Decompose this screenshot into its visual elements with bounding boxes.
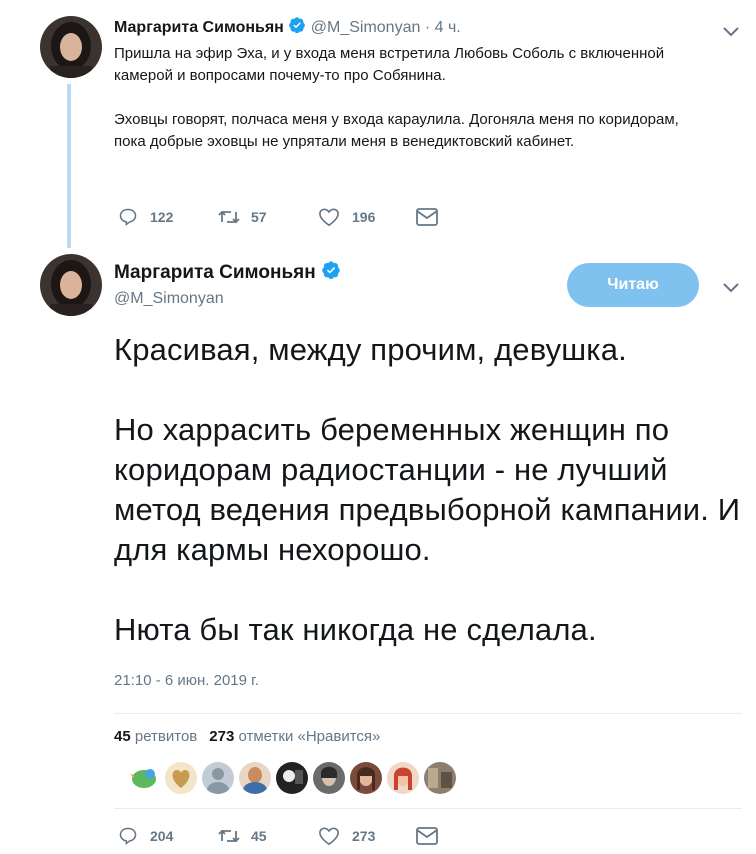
verified-icon (288, 16, 306, 39)
tweet-stats: 45 ретвитов 273 отметки «Нравится» (114, 728, 380, 745)
thread-line (67, 84, 71, 248)
chevron-down-icon[interactable] (722, 25, 742, 39)
like-count: 273 (352, 828, 376, 844)
reply-button[interactable]: 204 (118, 826, 217, 846)
liker-avatar[interactable] (387, 762, 419, 794)
liker-avatar[interactable] (202, 762, 234, 794)
retweet-button[interactable]: 57 (217, 207, 318, 227)
reply-button[interactable]: 122 (118, 207, 217, 227)
retweet-icon (217, 207, 241, 227)
like-count: 196 (352, 209, 376, 225)
liker-avatar[interactable] (276, 762, 308, 794)
retweet-count: 45 (251, 828, 267, 844)
retweet-button[interactable]: 45 (217, 826, 318, 846)
like-stat[interactable]: 273 отметки «Нравится» (209, 728, 380, 745)
following-button[interactable]: Читаю (567, 263, 699, 307)
retweet-stat-label: ретвитов (134, 728, 198, 745)
heart-icon (318, 826, 340, 846)
main-text-p3: Нюта бы так никогда не сделала. (114, 612, 597, 647)
reply-count: 122 (150, 209, 174, 225)
liker-avatar[interactable] (128, 762, 160, 794)
time-ago[interactable]: 4 ч. (435, 19, 461, 36)
heart-icon (318, 207, 340, 227)
chevron-down-icon[interactable] (722, 281, 742, 295)
reply-actions: 122 57 196 (118, 207, 438, 227)
main-author-name[interactable]: Маргарита Симоньян (114, 262, 316, 283)
liker-avatar[interactable] (313, 762, 345, 794)
main-text-p2: Но харрасить беременных женщин по коридо… (114, 412, 741, 567)
direct-message-button[interactable] (416, 208, 438, 226)
liker-avatar[interactable] (424, 762, 456, 794)
reply-header: Маргарита Симоньян @M_Simonyan · 4 ч. (114, 16, 461, 39)
main-text-p1: Красивая, между прочим, девушка. (114, 332, 627, 367)
retweet-stat[interactable]: 45 ретвитов (114, 728, 197, 745)
reply-tweet-text: Пришла на эфир Эха, и у входа меня встре… (114, 43, 714, 153)
liker-avatar[interactable] (350, 762, 382, 794)
author-avatar[interactable] (40, 16, 102, 78)
direct-message-button[interactable] (416, 827, 438, 845)
author-name[interactable]: Маргарита Симоньян (114, 19, 284, 36)
retweet-count: 57 (251, 209, 267, 225)
liker-avatar[interactable] (165, 762, 197, 794)
liker-avatar[interactable] (239, 762, 271, 794)
retweet-icon (217, 826, 241, 846)
author-handle[interactable]: @M_Simonyan (311, 19, 421, 36)
divider (114, 808, 742, 809)
envelope-icon (416, 208, 438, 226)
main-actions: 204 45 273 (118, 826, 438, 846)
tweet-timestamp[interactable]: 21:10 - 6 июн. 2019 г. (114, 672, 259, 689)
verified-icon (321, 260, 341, 286)
reply-icon (118, 826, 138, 846)
reply-icon (118, 207, 138, 227)
main-author-avatar[interactable] (40, 254, 102, 316)
like-stat-label: отметки «Нравится» (238, 728, 381, 745)
likers-avatars (128, 762, 461, 794)
divider (114, 713, 742, 714)
separator-dot: · (424, 19, 431, 36)
like-button[interactable]: 196 (318, 207, 416, 227)
reply-text-p2: Эховцы говорят, полчаса меня у входа кар… (114, 111, 679, 150)
like-stat-count: 273 (209, 728, 235, 745)
like-button[interactable]: 273 (318, 826, 416, 846)
main-author-handle[interactable]: @M_Simonyan (114, 290, 224, 308)
envelope-icon (416, 827, 438, 845)
retweet-stat-count: 45 (114, 728, 131, 745)
reply-count: 204 (150, 828, 174, 844)
reply-text-p1: Пришла на эфир Эха, и у входа меня встре… (114, 45, 665, 84)
main-tweet-text: Красивая, между прочим, девушка. Но харр… (114, 330, 744, 650)
main-author-row: Маргарита Симоньян (114, 260, 341, 286)
